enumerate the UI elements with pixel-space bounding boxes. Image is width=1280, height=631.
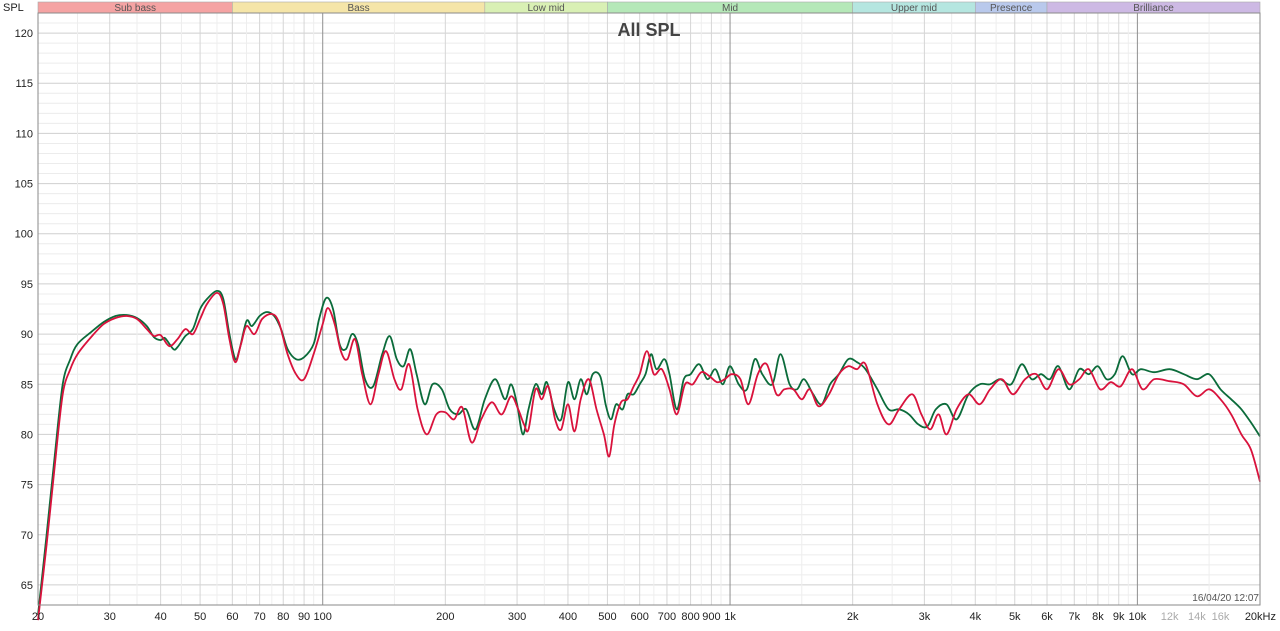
x-tick-label: 70 bbox=[253, 611, 265, 623]
x-tick-label: 30 bbox=[104, 611, 116, 623]
x-tick-label: 500 bbox=[598, 611, 616, 623]
x-tick-label: 80 bbox=[277, 611, 289, 623]
x-tick-label: 200 bbox=[436, 611, 454, 623]
y-tick-label: 100 bbox=[15, 229, 33, 241]
x-tick-label: 400 bbox=[559, 611, 577, 623]
y-tick-label: 75 bbox=[21, 480, 33, 492]
y-tick-label: 85 bbox=[21, 379, 33, 391]
x-tick-label: 20kHz bbox=[1245, 611, 1276, 623]
x-tick-label: 700 bbox=[658, 611, 676, 623]
y-tick-label: 95 bbox=[21, 279, 33, 291]
x-tick-label: 8k bbox=[1092, 611, 1104, 623]
band-label: Brilliance bbox=[1133, 3, 1174, 14]
x-tick-label: 12k bbox=[1161, 611, 1179, 623]
band-label: Sub bass bbox=[114, 3, 156, 14]
x-tick-label: 14k bbox=[1188, 611, 1206, 623]
y-tick-label: 105 bbox=[15, 179, 33, 191]
x-tick-label: 90 bbox=[298, 611, 310, 623]
x-tick-label: 6k bbox=[1041, 611, 1053, 623]
x-tick-label: 3k bbox=[919, 611, 931, 623]
x-tick-label: 300 bbox=[508, 611, 526, 623]
y-axis-label: SPL bbox=[3, 2, 24, 14]
x-tick-label: 40 bbox=[154, 611, 166, 623]
band-label: Upper mid bbox=[891, 3, 937, 14]
x-tick-label: 7k bbox=[1068, 611, 1080, 623]
x-tick-label: 800 bbox=[681, 611, 699, 623]
x-tick-label: 100 bbox=[314, 611, 332, 623]
x-tick-label: 16k bbox=[1212, 611, 1230, 623]
x-tick-label: 20 bbox=[32, 611, 44, 623]
spl-chart: Sub bass Bass Low mid Mid Upper mid Presence B… bbox=[0, 0, 1280, 626]
plot-area-background bbox=[38, 13, 1260, 605]
y-tick-label: 90 bbox=[21, 329, 33, 341]
x-tick-label: 5k bbox=[1009, 611, 1021, 623]
y-tick-label: 110 bbox=[15, 128, 33, 140]
y-tick-label: 120 bbox=[15, 28, 33, 40]
band-label: Presence bbox=[990, 3, 1033, 14]
frequency-bands: Sub bass Bass Low mid Mid Upper mid Presence B… bbox=[37, 1, 1261, 14]
x-tick-label: 60 bbox=[226, 611, 238, 623]
chart-title: All SPL bbox=[617, 20, 680, 40]
band-label: Mid bbox=[722, 3, 738, 14]
spl-chart-svg: Sub bass Bass Low mid Mid Upper mid Presence B… bbox=[3, 1, 1276, 623]
y-tick-label: 80 bbox=[21, 429, 33, 441]
x-tick-label: 50 bbox=[194, 611, 206, 623]
band-label: Low mid bbox=[527, 3, 564, 14]
x-tick-label: 900 bbox=[702, 611, 720, 623]
y-tick-label: 65 bbox=[21, 580, 33, 592]
band-label: Bass bbox=[347, 3, 369, 14]
x-tick-label: 9k bbox=[1113, 611, 1125, 623]
x-tick-label: 2k bbox=[847, 611, 859, 623]
timestamp-label: 16/04/20 12:07 bbox=[1192, 593, 1259, 604]
x-tick-label: 10k bbox=[1129, 611, 1147, 623]
y-tick-label: 70 bbox=[21, 530, 33, 542]
x-tick-label: 4k bbox=[969, 611, 981, 623]
y-tick-label: 115 bbox=[15, 78, 33, 90]
x-tick-label: 600 bbox=[631, 611, 649, 623]
x-tick-label: 1k bbox=[724, 611, 736, 623]
